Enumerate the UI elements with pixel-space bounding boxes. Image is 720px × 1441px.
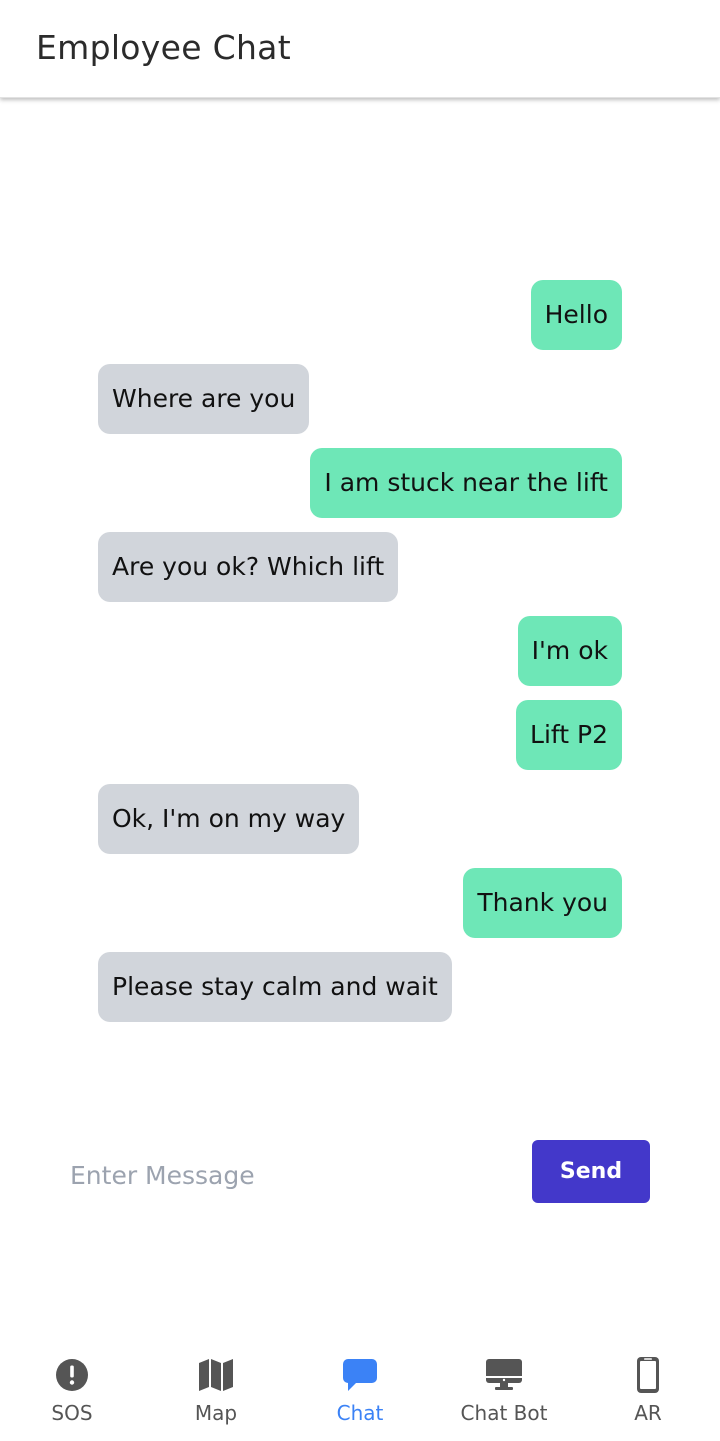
message-row-sent: Lift P2 — [98, 700, 622, 770]
nav-item-sos[interactable]: SOS — [0, 1345, 144, 1441]
nav-label-ar: AR — [634, 1401, 662, 1425]
sent-message-bubble: Lift P2 — [516, 700, 622, 770]
map-icon — [196, 1355, 236, 1395]
nav-label-chat-bot: Chat Bot — [460, 1401, 548, 1425]
message-list: Hello Where are you I am stuck near the … — [98, 280, 622, 1036]
message-row-received: Where are you — [98, 364, 622, 434]
sent-message-bubble: Hello — [530, 280, 622, 350]
nav-item-map[interactable]: Map — [144, 1345, 288, 1441]
exclamation-circle-icon — [52, 1355, 92, 1395]
bottom-navigation: SOS Map Chat Chat Bot AR — [0, 1345, 720, 1441]
chat-bubble-icon — [340, 1355, 380, 1395]
message-row-received: Ok, I'm on my way — [98, 784, 622, 854]
nav-item-ar[interactable]: AR — [576, 1345, 720, 1441]
received-message-bubble: Please stay calm and wait — [98, 952, 452, 1022]
message-input[interactable] — [70, 1150, 510, 1200]
mobile-phone-icon — [628, 1355, 668, 1395]
sent-message-bubble: I'm ok — [517, 616, 622, 686]
nav-label-map: Map — [194, 1401, 238, 1425]
desktop-icon — [484, 1355, 524, 1395]
message-row-sent: Hello — [98, 280, 622, 350]
message-row-received: Are you ok? Which lift — [98, 532, 622, 602]
app-root: Employee Chat Hello Where are you I am s… — [0, 0, 720, 1441]
send-button[interactable]: Send — [532, 1140, 650, 1203]
nav-item-chat[interactable]: Chat — [288, 1345, 432, 1441]
received-message-bubble: Ok, I'm on my way — [98, 784, 360, 854]
nav-item-chat-bot[interactable]: Chat Bot — [432, 1345, 576, 1441]
sent-message-bubble: Thank you — [463, 868, 622, 938]
received-message-bubble: Where are you — [98, 364, 310, 434]
nav-label-sos: SOS — [51, 1401, 93, 1425]
sent-message-bubble: I am stuck near the lift — [310, 448, 622, 518]
app-header: Employee Chat — [0, 0, 720, 98]
nav-label-chat: Chat — [336, 1401, 384, 1425]
received-message-bubble: Are you ok? Which lift — [98, 532, 399, 602]
message-composer: Send — [70, 1140, 650, 1204]
message-row-sent: Thank you — [98, 868, 622, 938]
message-row-sent: I am stuck near the lift — [98, 448, 622, 518]
message-row-received: Please stay calm and wait — [98, 952, 622, 1022]
message-row-sent: I'm ok — [98, 616, 622, 686]
page-title: Employee Chat — [36, 28, 291, 67]
